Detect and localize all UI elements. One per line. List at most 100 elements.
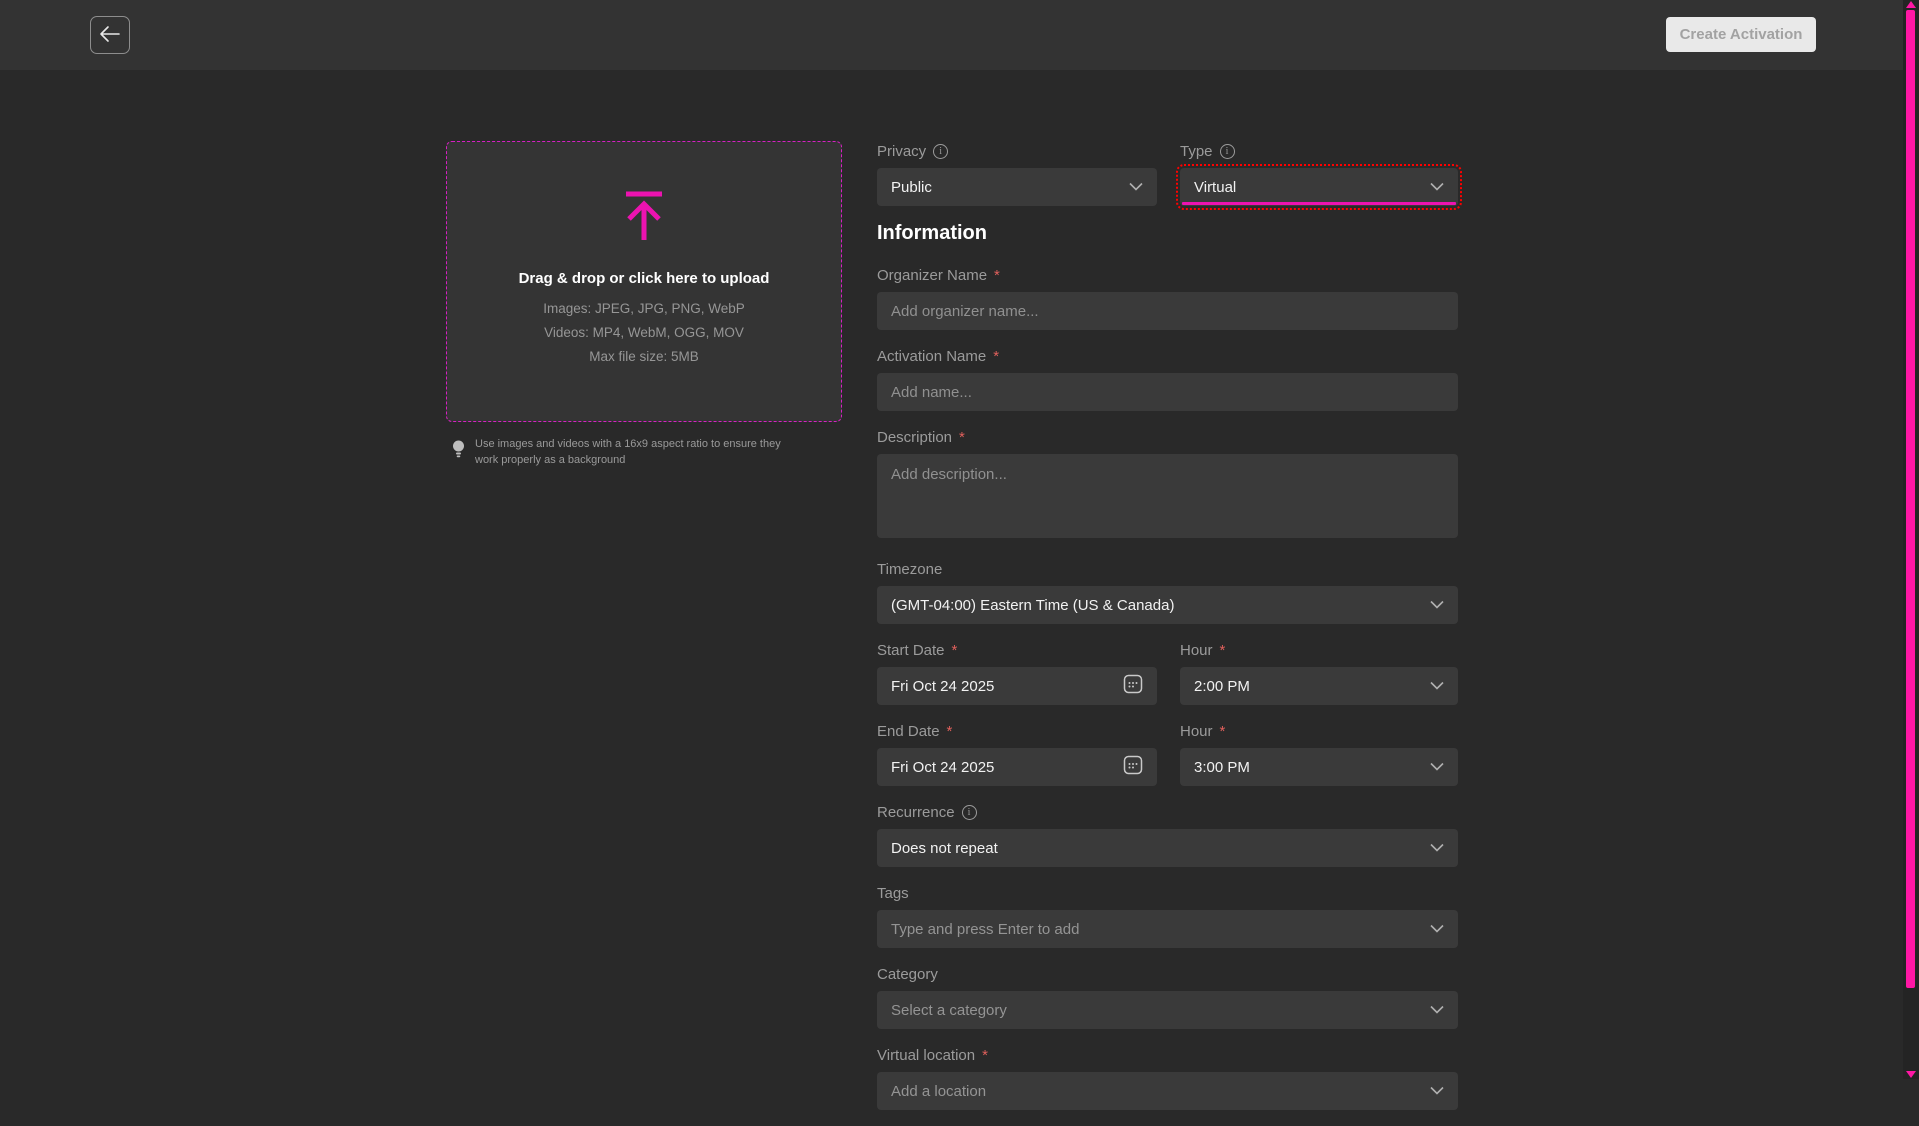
create-activation-page: Create Activation Drag & drop or click h… [0, 0, 1919, 1079]
category-select[interactable]: Select a category [877, 991, 1458, 1029]
chevron-down-icon [1430, 920, 1444, 938]
tags-label: Tags [877, 883, 1458, 903]
type-field: Type i Virtual [1180, 141, 1458, 206]
scroll-up-arrow-icon[interactable] [1906, 1, 1916, 8]
activation-form: Privacy i Public Type i [877, 141, 1458, 1126]
upload-max-size: Max file size: 5MB [589, 349, 699, 364]
required-asterisk: * [959, 429, 965, 446]
start-hour-label: Hour * [1180, 640, 1458, 660]
recurrence-select[interactable]: Does not repeat [877, 829, 1458, 867]
media-upload-dropzone[interactable]: Drag & drop or click here to upload Imag… [446, 141, 842, 422]
tags-label-text: Tags [877, 885, 909, 902]
chevron-down-icon [1430, 1001, 1444, 1019]
recurrence-value: Does not repeat [891, 840, 1422, 857]
required-asterisk: * [947, 723, 953, 740]
virtual-location-label-text: Virtual location [877, 1047, 975, 1064]
start-date-label: Start Date * [877, 640, 1157, 660]
type-select[interactable]: Virtual [1180, 168, 1458, 206]
category-label: Category [877, 964, 1458, 984]
start-hour-select[interactable]: 2:00 PM [1180, 667, 1458, 705]
end-date-field: End Date * Fri Oct 24 2025 [877, 721, 1157, 786]
description-field: Description * [877, 427, 1458, 543]
privacy-label-text: Privacy [877, 143, 926, 160]
description-label: Description * [877, 427, 1458, 447]
aspect-ratio-hint: Use images and videos with a 16x9 aspect… [452, 437, 842, 469]
timezone-select[interactable]: (GMT-04:00) Eastern Time (US & Canada) [877, 586, 1458, 624]
category-placeholder: Select a category [891, 1002, 1422, 1019]
timezone-field: Timezone (GMT-04:00) Eastern Time (US & … [877, 559, 1458, 624]
recurrence-field: Recurrence i Does not repeat [877, 802, 1458, 867]
type-label-text: Type [1180, 143, 1213, 160]
start-date-picker[interactable]: Fri Oct 24 2025 [877, 667, 1157, 705]
type-label: Type i [1180, 141, 1458, 161]
end-date-picker[interactable]: Fri Oct 24 2025 [877, 748, 1157, 786]
calendar-icon [1123, 674, 1143, 699]
chevron-down-icon [1129, 178, 1143, 196]
lightbulb-icon [452, 440, 465, 469]
end-hour-label-text: Hour [1180, 723, 1213, 740]
required-asterisk: * [1220, 642, 1226, 659]
description-textarea[interactable] [877, 454, 1458, 538]
scroll-down-arrow-icon[interactable] [1906, 1071, 1916, 1078]
start-hour-field: Hour * 2:00 PM [1180, 640, 1458, 705]
calendar-icon [1123, 755, 1143, 780]
activation-name-label-text: Activation Name [877, 348, 986, 365]
timezone-label: Timezone [877, 559, 1458, 579]
required-asterisk: * [993, 348, 999, 365]
upload-videos-formats: Videos: MP4, WebM, OGG, MOV [544, 325, 744, 340]
category-field: Category Select a category [877, 964, 1458, 1029]
category-label-text: Category [877, 966, 938, 983]
end-hour-value: 3:00 PM [1194, 759, 1422, 776]
recurrence-label-text: Recurrence [877, 804, 955, 821]
organizer-name-input[interactable] [877, 292, 1458, 330]
timezone-label-text: Timezone [877, 561, 942, 578]
end-date-value: Fri Oct 24 2025 [891, 759, 1115, 776]
scrollbar-thumb[interactable] [1906, 10, 1915, 988]
information-section-title: Information [877, 222, 1458, 245]
chevron-down-icon [1430, 839, 1444, 857]
upload-images-formats: Images: JPEG, JPG, PNG, WebP [543, 301, 745, 316]
privacy-field: Privacy i Public [877, 141, 1157, 206]
start-hour-label-text: Hour [1180, 642, 1213, 659]
activation-name-input[interactable] [877, 373, 1458, 411]
recurrence-info-icon[interactable]: i [962, 805, 977, 820]
required-asterisk: * [982, 1047, 988, 1064]
upload-title: Drag & drop or click here to upload [519, 270, 770, 287]
tags-placeholder: Type and press Enter to add [891, 921, 1422, 938]
end-hour-label: Hour * [1180, 721, 1458, 741]
tags-field: Tags Type and press Enter to add [877, 883, 1458, 948]
end-date-label-text: End Date [877, 723, 940, 740]
timezone-value: (GMT-04:00) Eastern Time (US & Canada) [891, 597, 1422, 614]
virtual-location-placeholder: Add a location [891, 1083, 1422, 1100]
create-activation-button[interactable]: Create Activation [1666, 17, 1816, 52]
upload-arrow-icon [622, 191, 666, 248]
description-label-text: Description [877, 429, 952, 446]
vertical-scrollbar[interactable] [1903, 0, 1919, 1079]
back-button[interactable] [90, 16, 130, 54]
organizer-name-label-text: Organizer Name [877, 267, 987, 284]
activation-name-field: Activation Name * [877, 346, 1458, 411]
privacy-value: Public [891, 179, 1121, 196]
virtual-location-select[interactable]: Add a location [877, 1072, 1458, 1110]
required-asterisk: * [952, 642, 958, 659]
type-value: Virtual [1194, 179, 1422, 196]
end-hour-select[interactable]: 3:00 PM [1180, 748, 1458, 786]
start-date-label-text: Start Date [877, 642, 945, 659]
tags-input[interactable]: Type and press Enter to add [877, 910, 1458, 948]
chevron-down-icon [1430, 178, 1444, 196]
chevron-down-icon [1430, 758, 1444, 776]
recurrence-label: Recurrence i [877, 802, 1458, 822]
type-info-icon[interactable]: i [1220, 144, 1235, 159]
aspect-ratio-hint-text: Use images and videos with a 16x9 aspect… [475, 437, 805, 469]
privacy-select[interactable]: Public [877, 168, 1157, 206]
start-hour-value: 2:00 PM [1194, 678, 1422, 695]
start-date-field: Start Date * Fri Oct 24 2025 [877, 640, 1157, 705]
chevron-down-icon [1430, 1082, 1444, 1100]
required-asterisk: * [1220, 723, 1226, 740]
top-bar: Create Activation [0, 0, 1919, 70]
privacy-info-icon[interactable]: i [933, 144, 948, 159]
activation-name-label: Activation Name * [877, 346, 1458, 366]
end-date-label: End Date * [877, 721, 1157, 741]
start-date-value: Fri Oct 24 2025 [891, 678, 1115, 695]
chevron-down-icon [1430, 677, 1444, 695]
